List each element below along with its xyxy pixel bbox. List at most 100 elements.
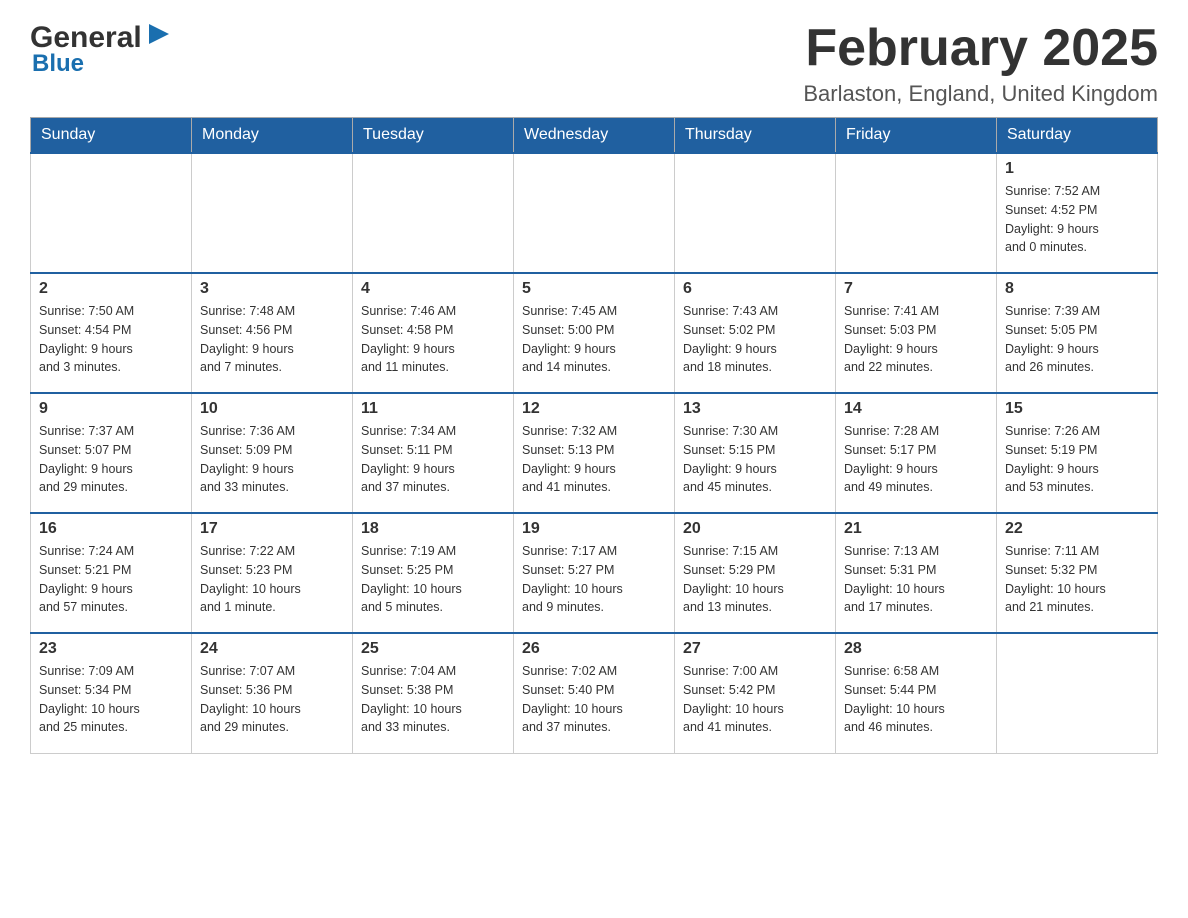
calendar-cell: 14 Sunrise: 7:28 AMSunset: 5:17 PMDayligh… — [836, 393, 997, 513]
day-info: Sunrise: 7:13 AMSunset: 5:31 PMDaylight:… — [844, 542, 988, 617]
day-info: Sunrise: 7:09 AMSunset: 5:34 PMDaylight:… — [39, 662, 183, 737]
calendar-cell: 12 Sunrise: 7:32 AMSunset: 5:13 PMDayligh… — [514, 393, 675, 513]
calendar-cell: 19 Sunrise: 7:17 AMSunset: 5:27 PMDayligh… — [514, 513, 675, 633]
calendar-cell: 3 Sunrise: 7:48 AMSunset: 4:56 PMDaylight… — [192, 273, 353, 393]
calendar-cell: 16 Sunrise: 7:24 AMSunset: 5:21 PMDayligh… — [31, 513, 192, 633]
day-number: 15 — [1005, 400, 1149, 418]
calendar-cell: 7Sunrise: 7:41 AMSunset: 5:03 PMDaylight… — [836, 273, 997, 393]
calendar-cell: 10 Sunrise: 7:36 AMSunset: 5:09 PMDayligh… — [192, 393, 353, 513]
calendar-cell: 9Sunrise: 7:37 AMSunset: 5:07 PMDaylight… — [31, 393, 192, 513]
day-number: 12 — [522, 400, 666, 418]
calendar-cell — [31, 153, 192, 273]
day-info: Sunrise: 6:58 AMSunset: 5:44 PMDaylight:… — [844, 662, 988, 737]
calendar-cell: 2 Sunrise: 7:50 AMSunset: 4:54 PMDaylight… — [31, 273, 192, 393]
calendar-cell: 20 Sunrise: 7:15 AMSunset: 5:29 PMDayligh… — [675, 513, 836, 633]
calendar-cell: 17Sunrise: 7:22 AMSunset: 5:23 PMDayligh… — [192, 513, 353, 633]
day-of-week-header: Monday — [192, 118, 353, 154]
day-number: 11 — [361, 400, 505, 418]
day-number: 20 — [683, 520, 827, 538]
day-number: 16 — [39, 520, 183, 538]
day-info: Sunrise: 7:45 AMSunset: 5:00 PMDaylight:… — [522, 302, 666, 377]
calendar-cell: 25 Sunrise: 7:04 AMSunset: 5:38 PMDayligh… — [353, 633, 514, 753]
calendar-table: SundayMondayTuesdayWednesdayThursdayFrid… — [30, 117, 1158, 754]
title-section: February 2025 Barlaston, England, United… — [803, 20, 1158, 107]
day-number: 25 — [361, 640, 505, 658]
day-info: Sunrise: 7:00 AMSunset: 5:42 PMDaylight:… — [683, 662, 827, 737]
calendar-week-row: 2 Sunrise: 7:50 AMSunset: 4:54 PMDaylight… — [31, 273, 1158, 393]
calendar-cell: 13Sunrise: 7:30 AMSunset: 5:15 PMDayligh… — [675, 393, 836, 513]
calendar-cell: 23 Sunrise: 7:09 AMSunset: 5:34 PMDayligh… — [31, 633, 192, 753]
calendar-cell: 26Sunrise: 7:02 AMSunset: 5:40 PMDayligh… — [514, 633, 675, 753]
day-info: Sunrise: 7:28 AMSunset: 5:17 PMDaylight:… — [844, 422, 988, 497]
day-info: Sunrise: 7:48 AMSunset: 4:56 PMDaylight:… — [200, 302, 344, 377]
day-number: 4 — [361, 280, 505, 298]
day-info: Sunrise: 7:32 AMSunset: 5:13 PMDaylight:… — [522, 422, 666, 497]
day-number: 22 — [1005, 520, 1149, 538]
day-info: Sunrise: 7:50 AMSunset: 4:54 PMDaylight:… — [39, 302, 183, 377]
calendar-cell: 18Sunrise: 7:19 AMSunset: 5:25 PMDayligh… — [353, 513, 514, 633]
day-number: 10 — [200, 400, 344, 418]
day-number: 13 — [683, 400, 827, 418]
calendar-cell: 8 Sunrise: 7:39 AMSunset: 5:05 PMDaylight… — [997, 273, 1158, 393]
day-number: 24 — [200, 640, 344, 658]
calendar-cell: 28Sunrise: 6:58 AMSunset: 5:44 PMDayligh… — [836, 633, 997, 753]
day-info: Sunrise: 7:34 AMSunset: 5:11 PMDaylight:… — [361, 422, 505, 497]
calendar-cell: 22 Sunrise: 7:11 AMSunset: 5:32 PMDayligh… — [997, 513, 1158, 633]
day-number: 17 — [200, 520, 344, 538]
day-number: 8 — [1005, 280, 1149, 298]
calendar-cell: 6 Sunrise: 7:43 AMSunset: 5:02 PMDaylight… — [675, 273, 836, 393]
calendar-cell — [192, 153, 353, 273]
calendar-header-row: SundayMondayTuesdayWednesdayThursdayFrid… — [31, 118, 1158, 154]
calendar-week-row: 1 Sunrise: 7:52 AMSunset: 4:52 PMDaylight… — [31, 153, 1158, 273]
month-title: February 2025 — [803, 20, 1158, 77]
day-of-week-header: Thursday — [675, 118, 836, 154]
day-number: 27 — [683, 640, 827, 658]
calendar-cell: 15 Sunrise: 7:26 AMSunset: 5:19 PMDayligh… — [997, 393, 1158, 513]
calendar-cell: 24 Sunrise: 7:07 AMSunset: 5:36 PMDayligh… — [192, 633, 353, 753]
calendar-week-row: 16 Sunrise: 7:24 AMSunset: 5:21 PMDayligh… — [31, 513, 1158, 633]
calendar-cell — [675, 153, 836, 273]
day-info: Sunrise: 7:26 AMSunset: 5:19 PMDaylight:… — [1005, 422, 1149, 497]
calendar-cell: 21 Sunrise: 7:13 AMSunset: 5:31 PMDayligh… — [836, 513, 997, 633]
calendar-cell — [353, 153, 514, 273]
day-info: Sunrise: 7:41 AMSunset: 5:03 PMDaylight:… — [844, 302, 988, 377]
day-of-week-header: Tuesday — [353, 118, 514, 154]
calendar-cell: 27 Sunrise: 7:00 AMSunset: 5:42 PMDayligh… — [675, 633, 836, 753]
calendar-week-row: 9Sunrise: 7:37 AMSunset: 5:07 PMDaylight… — [31, 393, 1158, 513]
day-info: Sunrise: 7:46 AMSunset: 4:58 PMDaylight:… — [361, 302, 505, 377]
day-info: Sunrise: 7:52 AMSunset: 4:52 PMDaylight:… — [1005, 182, 1149, 257]
calendar-cell — [997, 633, 1158, 753]
day-number: 23 — [39, 640, 183, 658]
calendar-cell: 1 Sunrise: 7:52 AMSunset: 4:52 PMDaylight… — [997, 153, 1158, 273]
day-info: Sunrise: 7:36 AMSunset: 5:09 PMDaylight:… — [200, 422, 344, 497]
logo-arrow-icon — [145, 20, 173, 56]
day-number: 6 — [683, 280, 827, 298]
day-info: Sunrise: 7:39 AMSunset: 5:05 PMDaylight:… — [1005, 302, 1149, 377]
location-title: Barlaston, England, United Kingdom — [803, 81, 1158, 107]
day-number: 2 — [39, 280, 183, 298]
calendar-cell: 4 Sunrise: 7:46 AMSunset: 4:58 PMDaylight… — [353, 273, 514, 393]
day-info: Sunrise: 7:04 AMSunset: 5:38 PMDaylight:… — [361, 662, 505, 737]
day-number: 19 — [522, 520, 666, 538]
day-info: Sunrise: 7:07 AMSunset: 5:36 PMDaylight:… — [200, 662, 344, 737]
day-number: 26 — [522, 640, 666, 658]
day-info: Sunrise: 7:17 AMSunset: 5:27 PMDaylight:… — [522, 542, 666, 617]
day-info: Sunrise: 7:15 AMSunset: 5:29 PMDaylight:… — [683, 542, 827, 617]
day-number: 3 — [200, 280, 344, 298]
day-info: Sunrise: 7:37 AMSunset: 5:07 PMDaylight:… — [39, 422, 183, 497]
day-number: 14 — [844, 400, 988, 418]
day-info: Sunrise: 7:24 AMSunset: 5:21 PMDaylight:… — [39, 542, 183, 617]
calendar-cell: 5 Sunrise: 7:45 AMSunset: 5:00 PMDaylight… — [514, 273, 675, 393]
day-info: Sunrise: 7:43 AMSunset: 5:02 PMDaylight:… — [683, 302, 827, 377]
day-number: 1 — [1005, 160, 1149, 178]
day-of-week-header: Friday — [836, 118, 997, 154]
day-info: Sunrise: 7:19 AMSunset: 5:25 PMDaylight:… — [361, 542, 505, 617]
day-of-week-header: Wednesday — [514, 118, 675, 154]
day-number: 21 — [844, 520, 988, 538]
page-header: General Blue February 2025 Barlaston, En… — [30, 20, 1158, 107]
calendar-week-row: 23 Sunrise: 7:09 AMSunset: 5:34 PMDayligh… — [31, 633, 1158, 753]
day-of-week-header: Saturday — [997, 118, 1158, 154]
day-number: 5 — [522, 280, 666, 298]
day-info: Sunrise: 7:11 AMSunset: 5:32 PMDaylight:… — [1005, 542, 1149, 617]
calendar-cell — [836, 153, 997, 273]
